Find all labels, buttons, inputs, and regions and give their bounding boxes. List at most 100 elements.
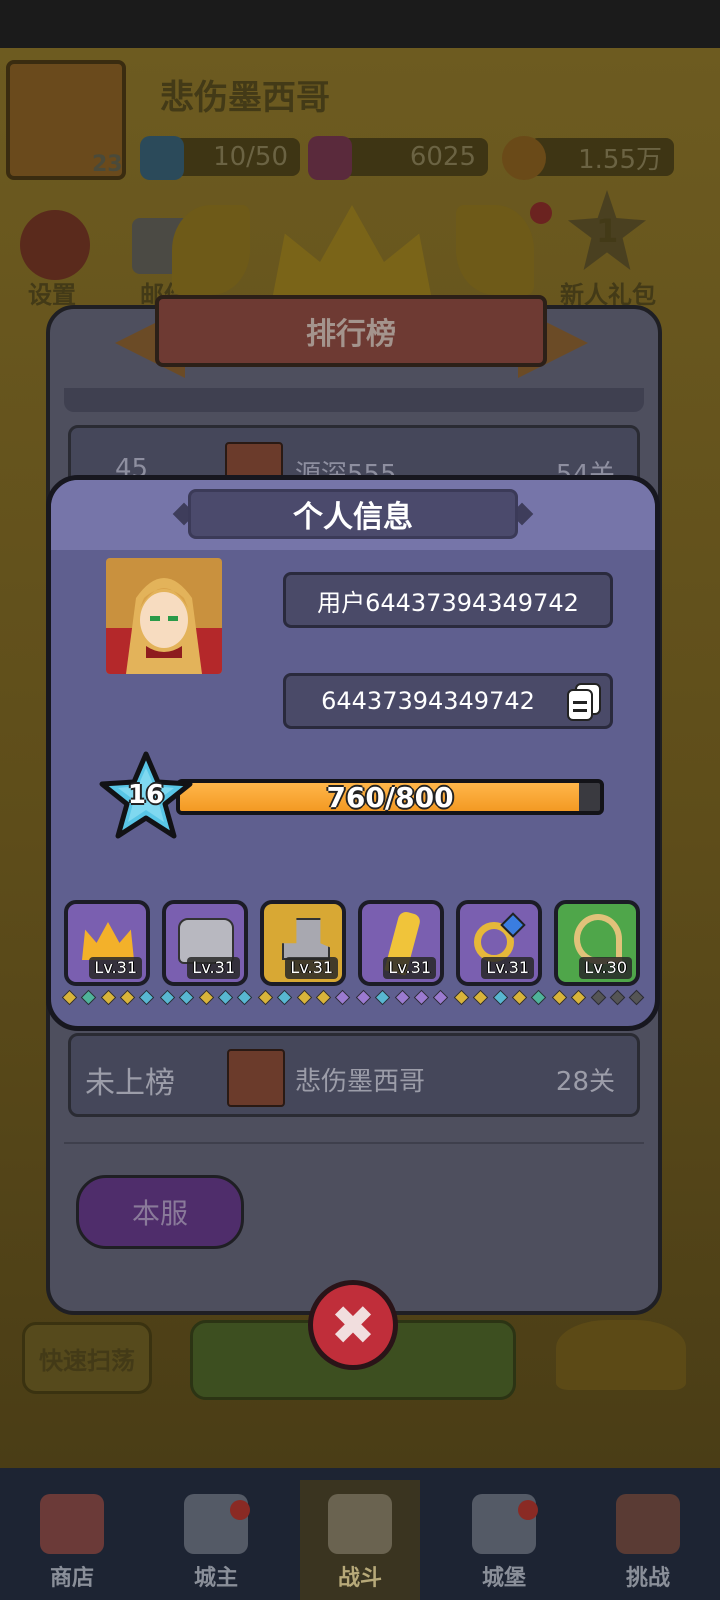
- row-name: 悲伤墨西哥: [295, 1067, 426, 1097]
- nav-battle-label: 战斗: [337, 1566, 382, 1591]
- gem-icon: [394, 989, 410, 1006]
- modal-title: 个人信息: [293, 500, 413, 535]
- nav-castle-lord[interactable]: 城主: [156, 1480, 276, 1600]
- equip-level: Lv.31: [481, 957, 534, 979]
- gem-icon: [61, 989, 78, 1006]
- gem-icon: [315, 989, 332, 1006]
- notification-dot: [530, 202, 552, 224]
- quick-sweep-label: 快速扫荡: [39, 1346, 135, 1375]
- equip-slot-crown[interactable]: Lv.31: [64, 900, 150, 986]
- gem-icon: [257, 989, 274, 1006]
- gem-icon: [374, 989, 391, 1006]
- my-rank-row[interactable]: 未上榜 悲伤墨西哥 28关: [68, 1033, 640, 1117]
- gem-icon: [530, 989, 547, 1006]
- row-stage: 28关: [555, 1067, 615, 1097]
- gem-row-4: [453, 989, 547, 1006]
- treasure-pile-icon[interactable]: [556, 1320, 686, 1390]
- laurel-right-decoration: [456, 205, 534, 295]
- server-tab-label: 本服: [131, 1197, 188, 1230]
- player-level-badge: 23: [92, 152, 123, 177]
- notification-dot: [230, 1500, 250, 1520]
- gems-value: 6025: [409, 142, 476, 172]
- close-button[interactable]: ✖: [308, 1280, 398, 1370]
- gem-icon: [80, 989, 97, 1006]
- gem-icon: [590, 989, 606, 1006]
- coins-value: 1.55万: [578, 144, 662, 175]
- gem-icon: [492, 989, 508, 1006]
- star-level-number: 16: [127, 780, 165, 810]
- gem-icon: [138, 989, 155, 1006]
- gem-icon: [551, 989, 568, 1006]
- gem-icon: [217, 989, 234, 1006]
- username-text: 用户64437394349742: [317, 588, 579, 617]
- gem-icon: [159, 989, 176, 1006]
- bottom-navigation: 商店 城主 战斗 城堡 挑战: [0, 1468, 720, 1600]
- hero-portrait-icon: [106, 578, 222, 674]
- crown-icon: [82, 922, 134, 960]
- gem-icon: [472, 989, 489, 1006]
- leaderboard-title: 排行榜: [306, 317, 396, 352]
- xp-text: 760/800: [326, 780, 454, 814]
- challenge-icon: [616, 1494, 680, 1554]
- close-icon: ✖: [330, 1293, 376, 1357]
- nav-battle[interactable]: 战斗: [300, 1480, 420, 1600]
- equip-level: Lv.31: [187, 957, 240, 979]
- energy-bar: 10/50: [170, 138, 300, 176]
- gem-row-2: [257, 989, 351, 1006]
- gems-bar: 6025: [330, 138, 488, 176]
- gem-icon: [432, 989, 449, 1006]
- coin-icon[interactable]: [502, 136, 546, 180]
- equip-slot-armor[interactable]: Lv.31: [162, 900, 248, 986]
- nav-challenge[interactable]: 挑战: [588, 1480, 708, 1600]
- equip-level: Lv.31: [89, 957, 142, 979]
- gem-icon: [413, 989, 430, 1006]
- gear-icon[interactable]: [20, 210, 90, 280]
- gem-icon: [334, 989, 351, 1006]
- new-player-badge: 1: [596, 212, 619, 250]
- nav-shop[interactable]: 商店: [12, 1480, 132, 1600]
- gem-icon: [100, 989, 116, 1006]
- equip-level: Lv.31: [285, 957, 338, 979]
- username-field: 用户64437394349742: [283, 572, 613, 628]
- shop-icon: [40, 1494, 104, 1554]
- equip-level: Lv.31: [383, 957, 436, 979]
- swords-icon: [328, 1494, 392, 1554]
- server-tab-button[interactable]: 本服: [76, 1175, 244, 1249]
- coins-bar: 1.55万: [530, 138, 674, 176]
- gem-icon: [119, 989, 136, 1006]
- laurel-left-decoration: [172, 205, 250, 295]
- xp-progress-bar: 760/800: [176, 779, 604, 815]
- leaderboard-scroll-area[interactable]: [64, 388, 644, 412]
- gem-icon: [296, 989, 312, 1006]
- gem-icon: [355, 989, 372, 1006]
- equip-slot-scarf[interactable]: Lv.30: [554, 900, 640, 986]
- nav-castle-lord-label: 城主: [193, 1566, 238, 1591]
- gem-icon: [178, 989, 195, 1006]
- nav-shop-label: 商店: [49, 1566, 94, 1591]
- gem-row-5: [551, 989, 645, 1006]
- user-id-field: 64437394349742: [283, 673, 613, 729]
- boots-icon: [282, 918, 330, 960]
- gem-row-0: [61, 989, 155, 1006]
- divider: [64, 1142, 644, 1144]
- equip-level: Lv.30: [579, 957, 632, 979]
- notification-dot: [518, 1500, 538, 1520]
- gem-icon: [511, 989, 528, 1006]
- gem-icon: [236, 989, 253, 1006]
- equip-slot-boots[interactable]: Lv.31: [260, 900, 346, 986]
- copy-icon[interactable]: [565, 683, 605, 723]
- nav-castle[interactable]: 城堡: [444, 1480, 564, 1600]
- gem-icon: [276, 989, 293, 1006]
- lightning-icon[interactable]: [140, 136, 184, 180]
- profile-avatar[interactable]: [106, 558, 222, 674]
- equip-slot-staff[interactable]: Lv.31: [358, 900, 444, 986]
- gem-icon: [198, 989, 214, 1006]
- modal-title-plate: 个人信息: [188, 489, 518, 539]
- gem-icon: [570, 989, 587, 1006]
- avatar: [227, 1049, 285, 1107]
- gem-icon[interactable]: [308, 136, 352, 180]
- equip-slot-ring[interactable]: Lv.31: [456, 900, 542, 986]
- quick-sweep-button[interactable]: 快速扫荡: [22, 1322, 152, 1394]
- gem-icon: [628, 989, 645, 1006]
- user-id-text: 64437394349742: [321, 687, 535, 715]
